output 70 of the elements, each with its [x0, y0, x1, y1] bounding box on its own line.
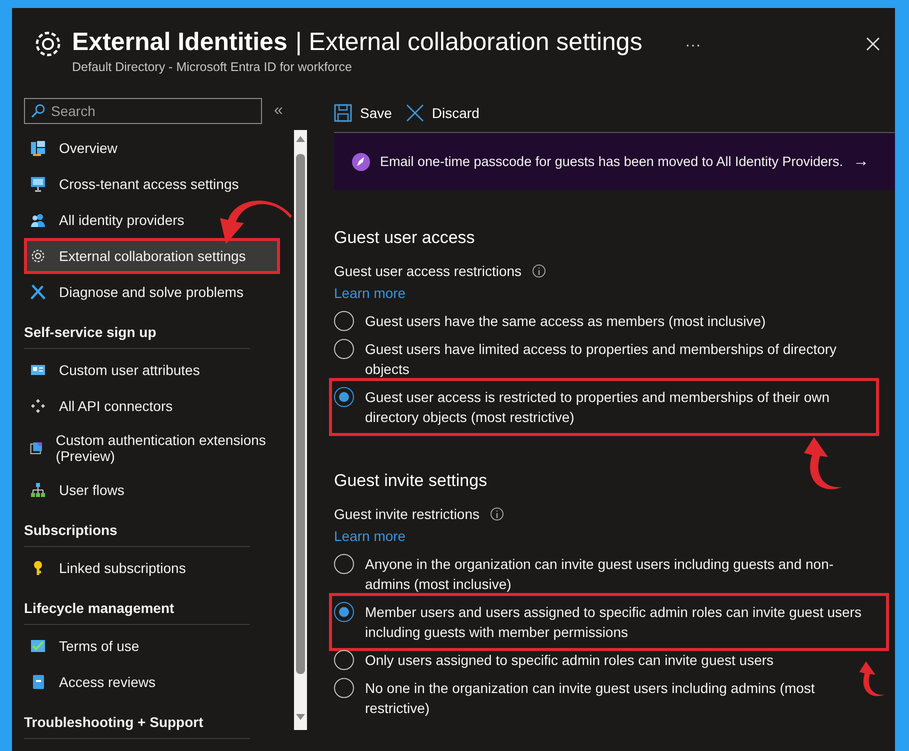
- page-title: | External collaboration settings: [295, 28, 642, 57]
- field-label: Guest invite restrictions: [334, 506, 480, 522]
- discard-button[interactable]: Discard: [406, 104, 480, 122]
- option-label: Guest user access is restricted to properties and memberships of their own directory objects (most restrictive): [365, 388, 831, 427]
- rocket-icon: [352, 152, 370, 170]
- option-label: No one in the organization can invite guest users including admins (most restrictive): [365, 679, 816, 718]
- nav-item[interactable]: Overview: [24, 130, 280, 166]
- id-card-icon: [30, 362, 46, 378]
- field-label: Guest user access restrictions: [334, 263, 522, 279]
- checklist-icon: [30, 638, 46, 654]
- nav-item[interactable]: Cross-tenant access settings: [24, 166, 280, 202]
- save-button[interactable]: Save: [334, 104, 392, 122]
- option-label: Only users assigned to specific admin roles can invite guest users: [365, 651, 774, 670]
- radio-option[interactable]: Member users and users assigned to specific admin roles can invite guest users including guests with member permissions: [334, 598, 884, 646]
- section-heading: Self-service sign up: [24, 310, 250, 349]
- option-label: Guest users have the same access as members (most inclusive): [365, 312, 766, 331]
- page-title-bold: External Identities: [72, 28, 288, 57]
- learn-more-link[interactable]: Learn more: [334, 285, 406, 301]
- gear-icon: [30, 248, 46, 264]
- nav-item[interactable]: User flows: [24, 472, 280, 508]
- section-heading: Troubleshooting + Support: [24, 700, 250, 739]
- hierarchy-icon: [30, 482, 46, 498]
- search-icon: [31, 104, 45, 118]
- radio-button[interactable]: [334, 602, 354, 622]
- option-label: Guest users have limited access to properties and memberships of directory objects: [365, 340, 838, 379]
- people-icon: [30, 212, 46, 228]
- section-heading: Lifecycle management: [24, 586, 250, 625]
- radio-option[interactable]: Guest users have limited access to properties and memberships of directory objects: [334, 335, 874, 383]
- radio-option[interactable]: Only users assigned to specific admin roles can invite guest users: [334, 646, 854, 674]
- radio-option[interactable]: Guest user access is restricted to properties and memberships of their own directory objects (most restrictive): [334, 383, 874, 431]
- nav-item[interactable]: Linked subscriptions: [24, 550, 280, 586]
- more-button[interactable]: ···: [679, 36, 707, 56]
- nav-item[interactable]: Access reviews: [24, 664, 280, 700]
- section-title: Guest user access: [334, 228, 476, 248]
- radio-button[interactable]: [334, 387, 354, 407]
- option-label: Anyone in the organization can invite guest users including guests and non-admins (most inclusive): [365, 555, 835, 594]
- learn-more-link[interactable]: Learn more: [334, 528, 406, 544]
- nav-item[interactable]: Custom user attributes: [24, 352, 280, 388]
- search-field[interactable]: Search: [24, 98, 262, 124]
- nav-item[interactable]: All identity providers: [24, 202, 280, 238]
- close-icon[interactable]: [865, 36, 881, 52]
- nav-item[interactable]: Terms of use: [24, 628, 280, 664]
- extension-icon: [30, 440, 43, 456]
- radio-button[interactable]: [334, 678, 354, 698]
- section-heading: Subscriptions: [24, 508, 250, 547]
- radio-button[interactable]: [334, 311, 354, 331]
- nav-item[interactable]: Diagnose and solve problems: [24, 274, 280, 310]
- radio-button[interactable]: [334, 554, 354, 574]
- collapse-button[interactable]: «: [274, 102, 283, 120]
- nav-item[interactable]: All API connectors: [24, 388, 280, 424]
- radio-option[interactable]: No one in the organization can invite guest users including admins (most restrictive): [334, 674, 854, 722]
- radio-option[interactable]: Guest users have the same access as members (most inclusive): [334, 307, 874, 335]
- save-icon: [334, 104, 352, 122]
- wrench-icon: [30, 284, 46, 300]
- radio-button[interactable]: [334, 339, 354, 359]
- page-subtitle: Default Directory - Microsoft Entra ID for workforce: [72, 60, 353, 74]
- radio-button[interactable]: [334, 650, 354, 670]
- book-icon: [30, 674, 46, 690]
- overview-icon: [30, 140, 46, 156]
- banner-text: Email one-time passcode for guests has been moved to All Identity Providers.: [380, 154, 843, 169]
- radio-option[interactable]: Anyone in the organization can invite guest users including guests and non-admins (most inclusive): [334, 550, 854, 598]
- info-icon: [532, 264, 546, 278]
- nav-item[interactable]: External collaboration settings: [24, 238, 280, 274]
- info-icon: [490, 507, 504, 521]
- section-title: Guest invite settings: [334, 471, 488, 491]
- connector-icon: [30, 398, 46, 414]
- monitor-icon: [30, 176, 46, 192]
- close-icon: [406, 104, 424, 122]
- nav-item[interactable]: Custom authentication extensions (Preview): [24, 424, 280, 472]
- option-label: Member users and users assigned to specific admin roles can invite guest users including guests with member permissions: [365, 603, 862, 642]
